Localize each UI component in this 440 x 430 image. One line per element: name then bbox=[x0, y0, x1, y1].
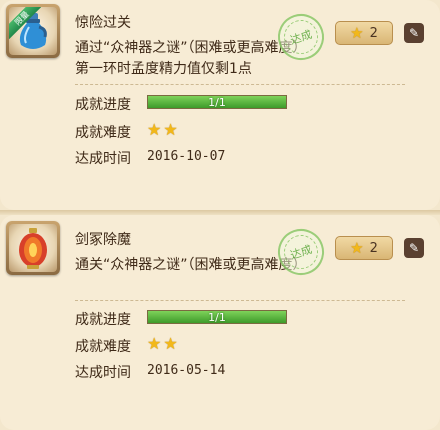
difficulty-star-icon: ★ bbox=[163, 334, 178, 353]
share-button[interactable]: ✎ bbox=[404, 23, 424, 43]
divider-line bbox=[75, 300, 405, 301]
achievement-points: ★ 2 bbox=[335, 236, 393, 260]
difficulty-label: 成就难度 bbox=[75, 125, 131, 141]
edit-icon: ✎ bbox=[408, 241, 420, 255]
progress-bar: 1/1 bbox=[147, 95, 287, 109]
difficulty-star-icon: ★ bbox=[163, 120, 178, 139]
red-lantern-icon bbox=[9, 224, 57, 272]
progress-label: 成就进度 bbox=[75, 312, 131, 328]
achieved-date: 2016-05-14 bbox=[147, 363, 226, 378]
achievement-icon-frame: 限量 bbox=[6, 4, 60, 58]
achievement-points: ★ 2 bbox=[335, 21, 393, 45]
difficulty-label: 成就难度 bbox=[75, 339, 131, 355]
difficulty-star-icon: ★ bbox=[147, 120, 162, 139]
star-icon: ★ bbox=[350, 238, 364, 257]
share-button[interactable]: ✎ bbox=[404, 238, 424, 258]
progress-text: 1/1 bbox=[208, 311, 226, 324]
difficulty-stars: ★ ★ bbox=[147, 122, 178, 138]
progress-bar: 1/1 bbox=[147, 310, 287, 324]
blue-potion-icon: 限量 bbox=[9, 7, 57, 55]
achievement-card: 限量 惊险过关 通过“众神器之谜”（困难或更高难度）第一环时孟度精力值仅剩1点 … bbox=[0, 0, 440, 210]
divider-line bbox=[75, 84, 405, 85]
difficulty-star-icon: ★ bbox=[147, 334, 162, 353]
date-label: 达成时间 bbox=[75, 365, 131, 381]
achievement-title: 剑冢除魔 bbox=[75, 232, 131, 248]
achievement-card: 剑冢除魔 通关“众神器之谜”（困难或更高难度） 达成 ★ 2 ✎ 成就进度 1/… bbox=[0, 215, 440, 430]
difficulty-stars: ★ ★ bbox=[147, 336, 178, 352]
points-value: 2 bbox=[369, 25, 378, 41]
edit-icon: ✎ bbox=[408, 26, 420, 40]
achievement-icon-frame bbox=[6, 221, 60, 275]
progress-label: 成就进度 bbox=[75, 97, 131, 113]
star-icon: ★ bbox=[350, 23, 364, 42]
points-value: 2 bbox=[369, 240, 378, 256]
limited-badge: 限量 bbox=[9, 7, 41, 39]
achievement-title: 惊险过关 bbox=[75, 15, 131, 31]
date-label: 达成时间 bbox=[75, 151, 131, 167]
progress-text: 1/1 bbox=[208, 96, 226, 109]
achieved-date: 2016-10-07 bbox=[147, 149, 226, 164]
